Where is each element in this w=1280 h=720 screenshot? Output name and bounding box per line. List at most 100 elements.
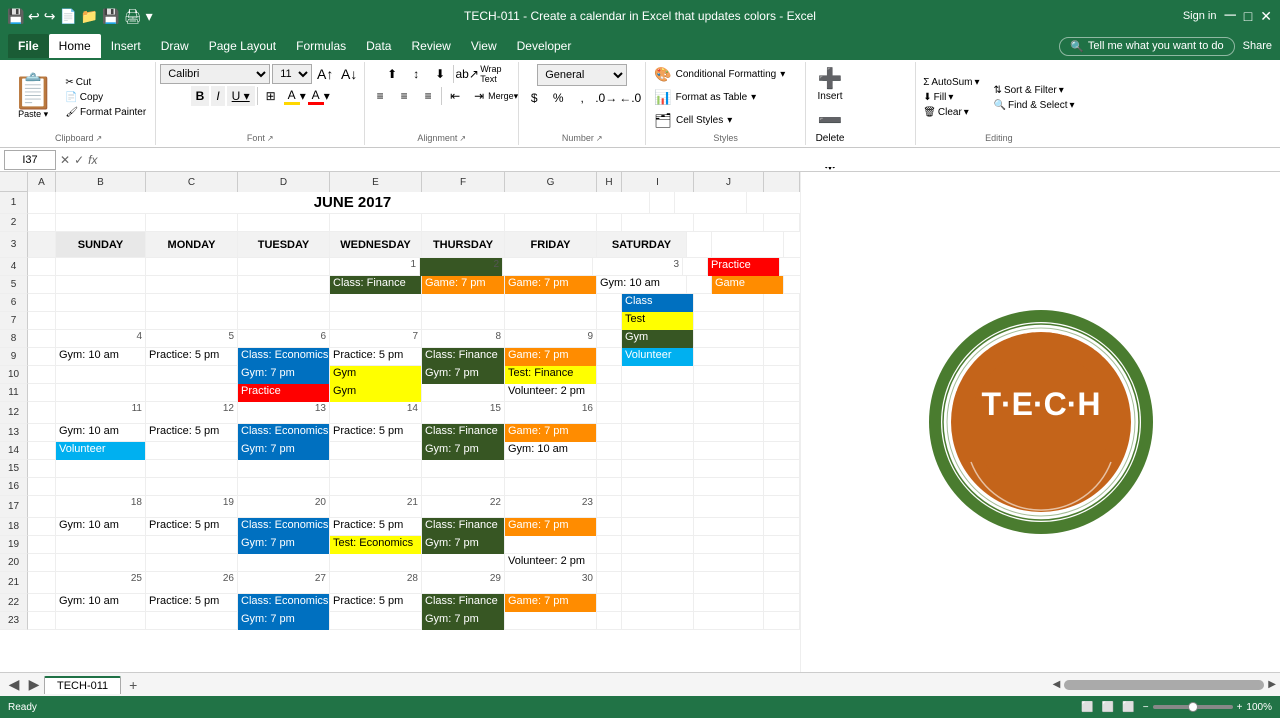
cell-f8-8[interactable]: 8 (422, 330, 505, 348)
cell-b23[interactable] (56, 612, 146, 630)
cell-f13-class-finance[interactable]: Class: Finance (422, 424, 505, 442)
tab-developer[interactable]: Developer (507, 34, 582, 58)
cell-h14[interactable] (597, 442, 622, 460)
scroll-left-btn[interactable]: ◀ (1053, 679, 1061, 690)
cell-e21-28[interactable]: 28 (330, 572, 422, 593)
row-num-6[interactable]: 6 (0, 294, 28, 312)
number-format-select[interactable]: General (537, 64, 627, 86)
cell-c9-practice[interactable]: Practice: 5 pm (146, 348, 238, 366)
scroll-right-btn[interactable]: ▶ (1268, 679, 1276, 690)
quick-access-toolbar[interactable]: 💾 ↩ ↪ 📄 📁 💾 🖨 ▾ (8, 8, 153, 25)
row-num-5[interactable]: 5 (0, 276, 28, 294)
close-btn[interactable]: ✕ (1260, 8, 1272, 25)
cell-g12-16[interactable]: 16 (505, 402, 597, 423)
cell-c16[interactable] (146, 478, 238, 496)
cell-g2[interactable] (505, 214, 597, 232)
row-num-18[interactable]: 18 (0, 518, 28, 536)
row-num-17[interactable]: 17 (0, 496, 28, 518)
cell-h23[interactable] (597, 612, 622, 630)
percent-btn[interactable]: % (547, 88, 569, 108)
cell-j18[interactable] (694, 518, 764, 536)
row-num-13[interactable]: 13 (0, 424, 28, 442)
cell-e18-practice[interactable]: Practice: 5 pm (330, 518, 422, 536)
cell-h15[interactable] (597, 460, 622, 478)
cell-d17-20[interactable]: 20 (238, 496, 330, 517)
cell-f17-22[interactable]: 22 (422, 496, 505, 517)
cell-i3[interactable] (712, 232, 784, 257)
sheet-tab-tech011[interactable]: TECH-011 (44, 676, 121, 694)
row-num-8[interactable]: 8 (0, 330, 28, 348)
cell-h16[interactable] (597, 478, 622, 496)
cell-b10[interactable] (56, 366, 146, 384)
format-painter-btn[interactable]: 🖌 Format Painter (62, 106, 149, 119)
zoom-out-btn[interactable]: − (1143, 702, 1149, 713)
cell-d16[interactable] (238, 478, 330, 496)
row-num-2[interactable]: 2 (0, 214, 28, 232)
cell-b17-18[interactable]: 18 (56, 496, 146, 517)
cell-c10[interactable] (146, 366, 238, 384)
row-num-7[interactable]: 7 (0, 312, 28, 330)
border-btn[interactable]: ⊞ (260, 86, 282, 106)
cell-a12[interactable] (28, 402, 56, 423)
cell-e15[interactable] (330, 460, 422, 478)
undo-icon[interactable]: ↩ (28, 8, 40, 25)
cell-b3-sunday[interactable]: SUNDAY (56, 232, 146, 257)
cell-i19[interactable] (622, 536, 694, 554)
merge-center-btn[interactable]: Merge▾ (492, 86, 514, 106)
cell-g18-game[interactable]: Game: 7 pm (505, 518, 597, 536)
increase-font-btn[interactable]: A↑ (314, 64, 336, 84)
cell-j4[interactable] (780, 258, 800, 276)
cell-f12-15[interactable]: 15 (422, 402, 505, 423)
cell-j20[interactable] (694, 554, 764, 572)
cell-j22[interactable] (694, 594, 764, 612)
font-color-btn[interactable]: A ▾ (308, 86, 330, 106)
row-num-16[interactable]: 16 (0, 478, 28, 496)
cell-j8[interactable] (694, 330, 764, 348)
cell-i15[interactable] (622, 460, 694, 478)
cell-g4-2[interactable] (503, 258, 593, 276)
cell-h20[interactable] (597, 554, 622, 572)
col-header-i[interactable]: I (622, 172, 694, 192)
cell-h1[interactable] (650, 192, 675, 213)
row-num-22[interactable]: 22 (0, 594, 28, 612)
cell-e8-7[interactable]: 7 (330, 330, 422, 348)
cell-a17[interactable] (28, 496, 56, 517)
cell-h8[interactable] (597, 330, 622, 348)
cell-b16[interactable] (56, 478, 146, 496)
cell-f15[interactable] (422, 460, 505, 478)
cell-g11-vol2pm[interactable]: Volunteer: 2 pm (505, 384, 597, 402)
cell-i7-legend-test[interactable]: Test (622, 312, 694, 330)
cell-j5[interactable] (784, 276, 800, 294)
find-select-btn[interactable]: 🔍 Find & Select ▾ (991, 99, 1078, 112)
cell-e20[interactable] (330, 554, 422, 572)
cell-g16[interactable] (505, 478, 597, 496)
cell-j21[interactable] (694, 572, 764, 593)
tab-review[interactable]: Review (401, 34, 460, 58)
cell-j19[interactable] (694, 536, 764, 554)
row-num-19[interactable]: 19 (0, 536, 28, 554)
cell-f4[interactable]: 2 (420, 258, 503, 276)
cell-a1[interactable] (28, 192, 56, 213)
cell-b19[interactable] (56, 536, 146, 554)
cell-i8-legend-gym[interactable]: Gym (622, 330, 694, 348)
zoom-in-btn[interactable]: + (1237, 702, 1243, 713)
cell-g17-23[interactable]: 23 (505, 496, 597, 517)
cell-j6[interactable] (694, 294, 764, 312)
cell-d23-gym7pm[interactable]: Gym: 7 pm (238, 612, 330, 630)
cell-e5-class-finance[interactable]: Class: Finance (330, 276, 422, 294)
cell-b7[interactable] (56, 312, 146, 330)
print-icon[interactable]: 🖨 (124, 8, 142, 25)
tab-draw[interactable]: Draw (151, 34, 199, 58)
cell-i22[interactable] (622, 594, 694, 612)
cell-h21[interactable] (597, 572, 622, 593)
cell-h12[interactable] (597, 402, 622, 423)
cell-e2[interactable] (330, 214, 422, 232)
function-icon[interactable]: fx (88, 153, 97, 167)
underline-btn[interactable]: U ▾ (227, 86, 255, 106)
sort-filter-btn[interactable]: ⇅ Sort & Filter ▾ (991, 84, 1078, 97)
normal-view-btn[interactable]: ⬜ (1081, 702, 1093, 713)
cell-g8-9[interactable]: 9 (505, 330, 597, 348)
cell-j16[interactable] (694, 478, 764, 496)
col-header-h[interactable]: H (597, 172, 622, 192)
cell-h3[interactable] (687, 232, 712, 257)
